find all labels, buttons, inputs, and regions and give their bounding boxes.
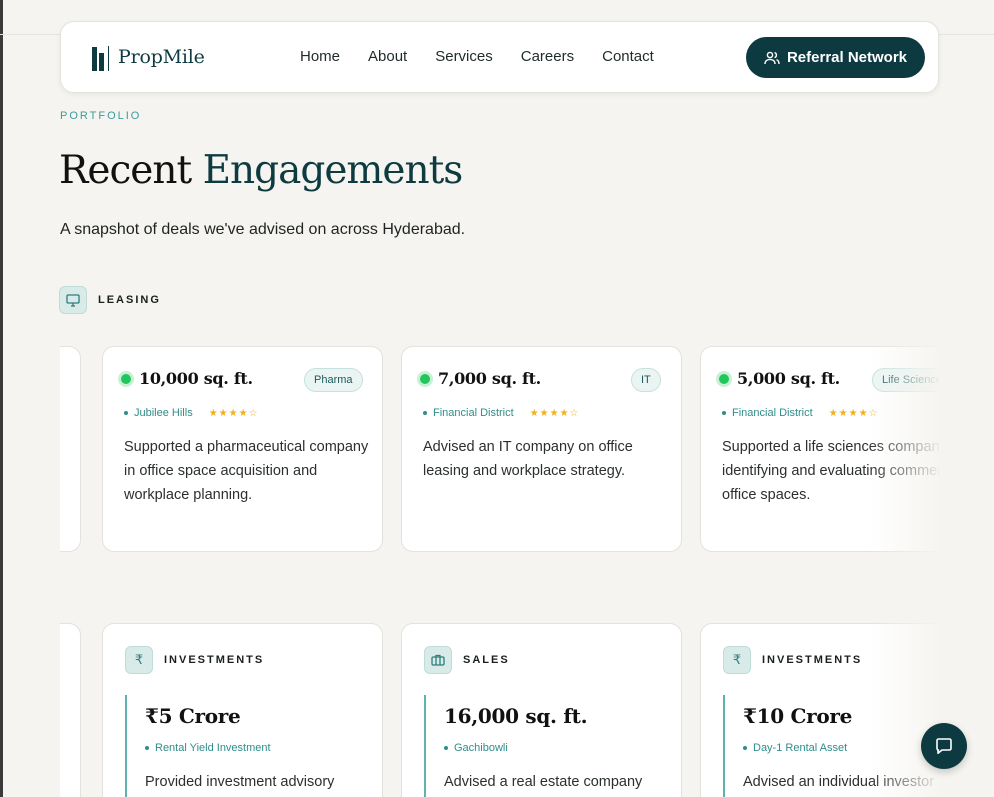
leasing-card[interactable]: 7,000 sq. ft. IT Financial District ★★★★… (401, 346, 682, 552)
status-dot (719, 373, 729, 384)
logo-text: PropMile (118, 46, 205, 68)
card-description: Advised an IT company on office leasing … (423, 439, 633, 479)
previous-card-stub[interactable] (60, 346, 81, 552)
deal-description: Advised an individual investor (743, 774, 935, 790)
card-description: Supported a life sciences company in ide… (722, 439, 939, 503)
chat-icon (936, 738, 952, 754)
window-edge (0, 0, 3, 797)
leasing-carousel[interactable]: 10,000 sq. ft. Pharma Jubilee Hills ★★★★… (60, 346, 939, 554)
users-icon (764, 51, 780, 64)
page-subtitle: A snapshot of deals we've advised on acr… (60, 221, 466, 238)
leasing-card[interactable]: 5,000 sq. ft. Life Sciences Financial Di… (700, 346, 939, 552)
leasing-label: LEASING (98, 294, 161, 306)
status-dot (121, 373, 131, 384)
deal-value: ₹5 Crore (145, 704, 241, 728)
referral-network-button[interactable]: Referral Network (746, 37, 925, 78)
deal-card[interactable]: ₹ INVESTMENTS ₹5 Crore Rental Yield Inve… (102, 623, 383, 797)
chat-button[interactable] (921, 723, 967, 769)
deal-description: Advised a real estate company (444, 774, 643, 790)
card-location: Financial District (732, 407, 813, 419)
rupee-icon: ₹ (125, 646, 153, 674)
card-location: Financial District (433, 407, 514, 419)
rupee-icon: ₹ (723, 646, 751, 674)
deal-value: 16,000 sq. ft. (444, 704, 588, 728)
star-rating: ★★★★☆ (828, 407, 879, 419)
deal-meta: Rental Yield Investment (155, 742, 271, 754)
accent-rule (125, 695, 127, 797)
leasing-card[interactable]: 10,000 sq. ft. Pharma Jubilee Hills ★★★★… (102, 346, 383, 552)
briefcase-icon (424, 646, 452, 674)
page-title: Recent Engagements (59, 148, 464, 193)
nav-links: Home About Services Careers Contact (300, 48, 682, 65)
industry-tag: Pharma (304, 368, 363, 392)
nav-about[interactable]: About (368, 48, 407, 65)
industry-tag: Life Sciences (872, 368, 939, 392)
card-area: 10,000 sq. ft. (139, 369, 253, 388)
navbar: PropMile Home About Services Careers Con… (60, 21, 939, 93)
referral-network-label: Referral Network (786, 49, 908, 66)
deal-meta: Gachibowli (454, 742, 508, 754)
card-location: Jubilee Hills (134, 407, 193, 419)
deal-card[interactable]: ₹ INVESTMENTS ₹10 Crore Day-1 Rental Ass… (700, 623, 939, 797)
leasing-section-label: LEASING (59, 286, 161, 314)
deal-category: INVESTMENTS (762, 654, 863, 666)
monitor-icon (59, 286, 87, 314)
deal-category: INVESTMENTS (164, 654, 265, 666)
logo[interactable]: PropMile (91, 41, 205, 73)
accent-rule (424, 695, 426, 797)
star-rating: ★★★★☆ (208, 407, 259, 419)
previous-card-stub[interactable] (60, 623, 81, 797)
status-dot (420, 373, 430, 384)
card-area: 7,000 sq. ft. (438, 369, 541, 388)
accent-rule (723, 695, 725, 797)
card-area: 5,000 sq. ft. (737, 369, 840, 388)
deal-card[interactable]: SALES 16,000 sq. ft. Gachibowli Advised … (401, 623, 682, 797)
nav-services[interactable]: Services (435, 48, 493, 65)
deal-description: Provided investment advisory (145, 774, 335, 790)
deal-value: ₹10 Crore (743, 704, 853, 728)
nav-home[interactable]: Home (300, 48, 340, 65)
nav-careers[interactable]: Careers (521, 48, 574, 65)
logo-mark-icon (92, 46, 109, 71)
industry-tag: IT (631, 368, 661, 392)
card-description: Supported a pharmaceutical company in of… (124, 439, 369, 503)
deals-carousel[interactable]: ₹ INVESTMENTS ₹5 Crore Rental Yield Inve… (60, 623, 939, 797)
star-rating: ★★★★☆ (529, 407, 580, 419)
deal-category: SALES (463, 654, 510, 666)
section-eyebrow: PORTFOLIO (60, 110, 142, 122)
page-title-part1: Recent (59, 148, 203, 193)
nav-contact[interactable]: Contact (602, 48, 654, 65)
deal-meta: Day-1 Rental Asset (753, 742, 848, 754)
page-title-accent: Engagements (202, 148, 464, 193)
